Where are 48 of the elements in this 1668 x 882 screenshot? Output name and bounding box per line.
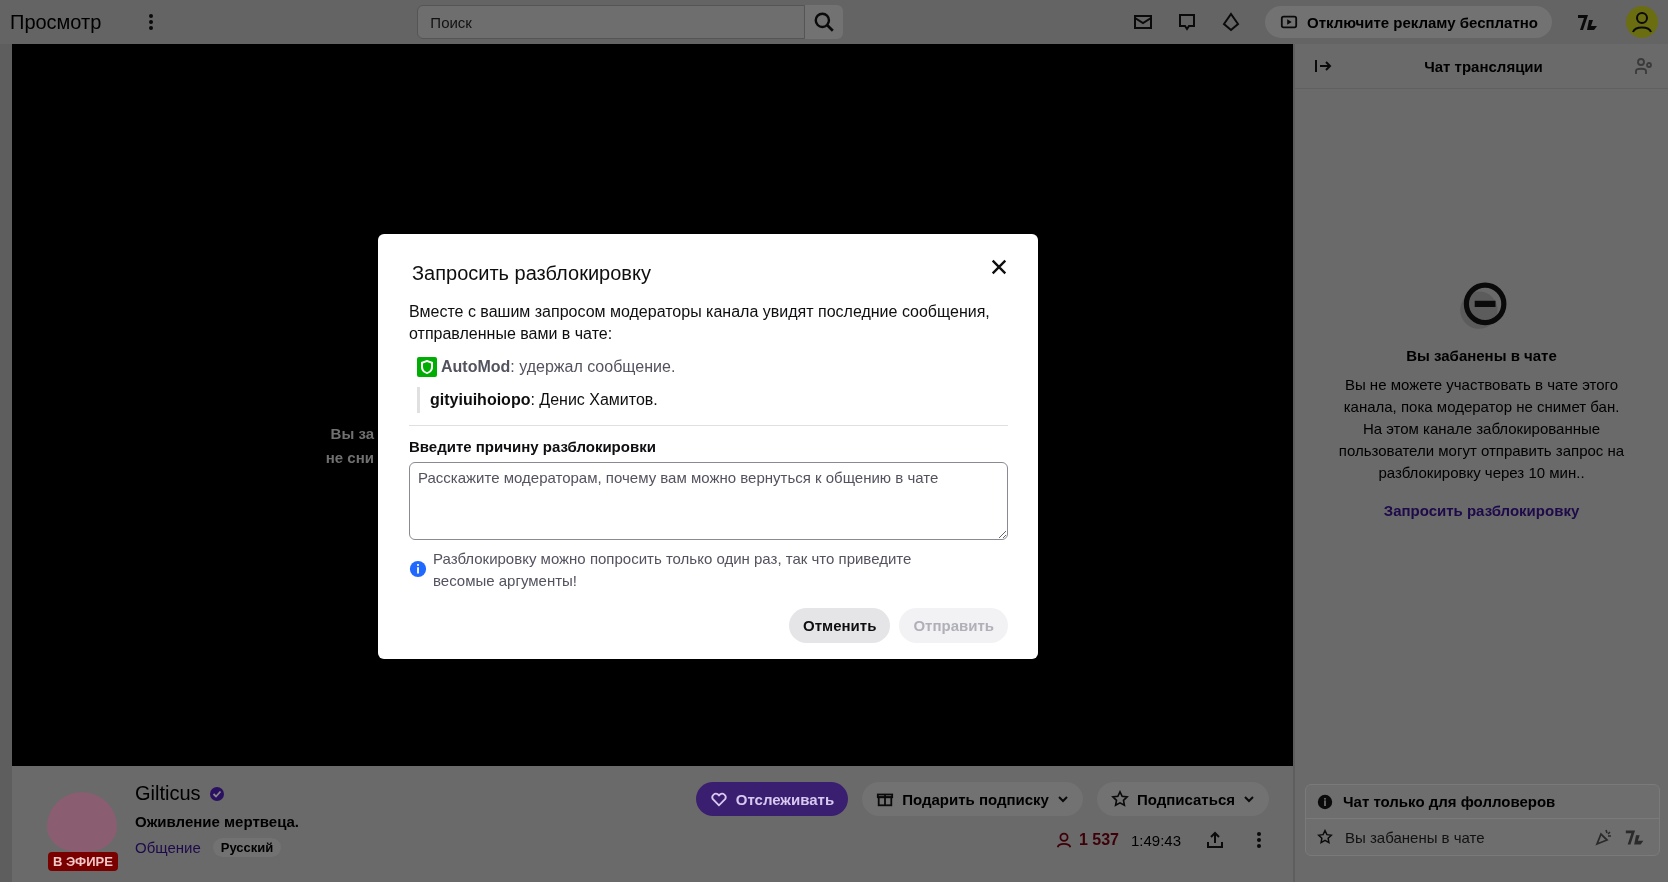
- banned-message: Вы не можете участвовать в чате этого канала, пока модератор не снимет бан. На этом канале заблокированные пользователи могут отправить запрос на разблокировку через 10 мин..: [1337, 375, 1626, 483]
- page-title: Просмотр: [10, 10, 102, 34]
- reason-label: Введите причину разблокировки: [409, 438, 657, 455]
- reason-field[interactable]: Расскажите модераторам, почему вам можно вернуться к общению в чате: [409, 462, 1008, 540]
- dialog-description: Вместе с вашим запросом модераторы канала увидят последние сообщения, отправленные вами в чате:: [409, 302, 991, 344]
- request-unban-link[interactable]: Запросить разблокировку: [1383, 502, 1580, 519]
- heart-icon: [709, 790, 728, 808]
- users-icon[interactable]: [1634, 56, 1654, 76]
- viewer-count: 1 537: [1078, 831, 1119, 849]
- cancel-button[interactable]: Отменить: [789, 608, 891, 643]
- video-message-text: Вы за: [330, 424, 374, 444]
- mail-icon[interactable]: [1133, 12, 1153, 32]
- category-link[interactable]: Общение: [135, 839, 201, 856]
- play-screen-icon: [1279, 13, 1299, 31]
- caret-icon: [1056, 793, 1069, 805]
- live-badge: В ЭФИРЕ: [48, 852, 118, 871]
- chat-title: Чат трансляции: [1424, 57, 1543, 75]
- dialog-title: Запросить разблокировку: [412, 262, 651, 285]
- follower-only-notice: Чат только для фолловеров: [1343, 793, 1556, 810]
- star-icon[interactable]: [1317, 829, 1333, 845]
- stream-uptime: 1:49:43: [1130, 831, 1181, 849]
- info-icon: [1317, 793, 1333, 810]
- follow-button[interactable]: Отслеживать: [695, 782, 849, 816]
- chat-bubble-icon[interactable]: [1177, 12, 1197, 32]
- channel-name[interactable]: Gilticus: [135, 782, 201, 805]
- info-icon: [409, 560, 427, 578]
- star-icon: [1110, 790, 1129, 808]
- chat-message: gityiuihoiopo: Денис Хамитов.: [430, 391, 658, 409]
- viewers-icon: [1054, 831, 1073, 849]
- hint-text: Разблокировку можно попросить только один раз, так что приведите весомые аргументы!: [433, 549, 913, 591]
- search-button[interactable]: [805, 5, 844, 39]
- party-popper-icon[interactable]: [1594, 827, 1614, 847]
- tag[interactable]: Русский: [212, 838, 282, 857]
- share-icon[interactable]: [1205, 830, 1225, 850]
- close-icon[interactable]: [990, 258, 1008, 276]
- subscribe-button[interactable]: Подписаться: [1096, 782, 1269, 816]
- gift-subscription-button[interactable]: Подарить подписку: [862, 782, 1083, 816]
- stream-title: Оживление мертвеца.: [135, 813, 300, 830]
- banned-title: Вы забанены в чате: [1406, 347, 1557, 364]
- search-field[interactable]: Поиск: [417, 5, 806, 39]
- shield-icon: [417, 357, 437, 377]
- caret-icon: [1243, 793, 1255, 805]
- automod-message: AutoMod: удержал сообщение.: [441, 358, 676, 376]
- scrollbar[interactable]: [0, 44, 12, 882]
- search-icon: [813, 11, 836, 33]
- remove-ads-button[interactable]: Отключите рекламу бесплатно: [1265, 6, 1552, 38]
- video-message-text: не сни: [325, 448, 374, 468]
- user-avatar-icon[interactable]: [1626, 6, 1658, 38]
